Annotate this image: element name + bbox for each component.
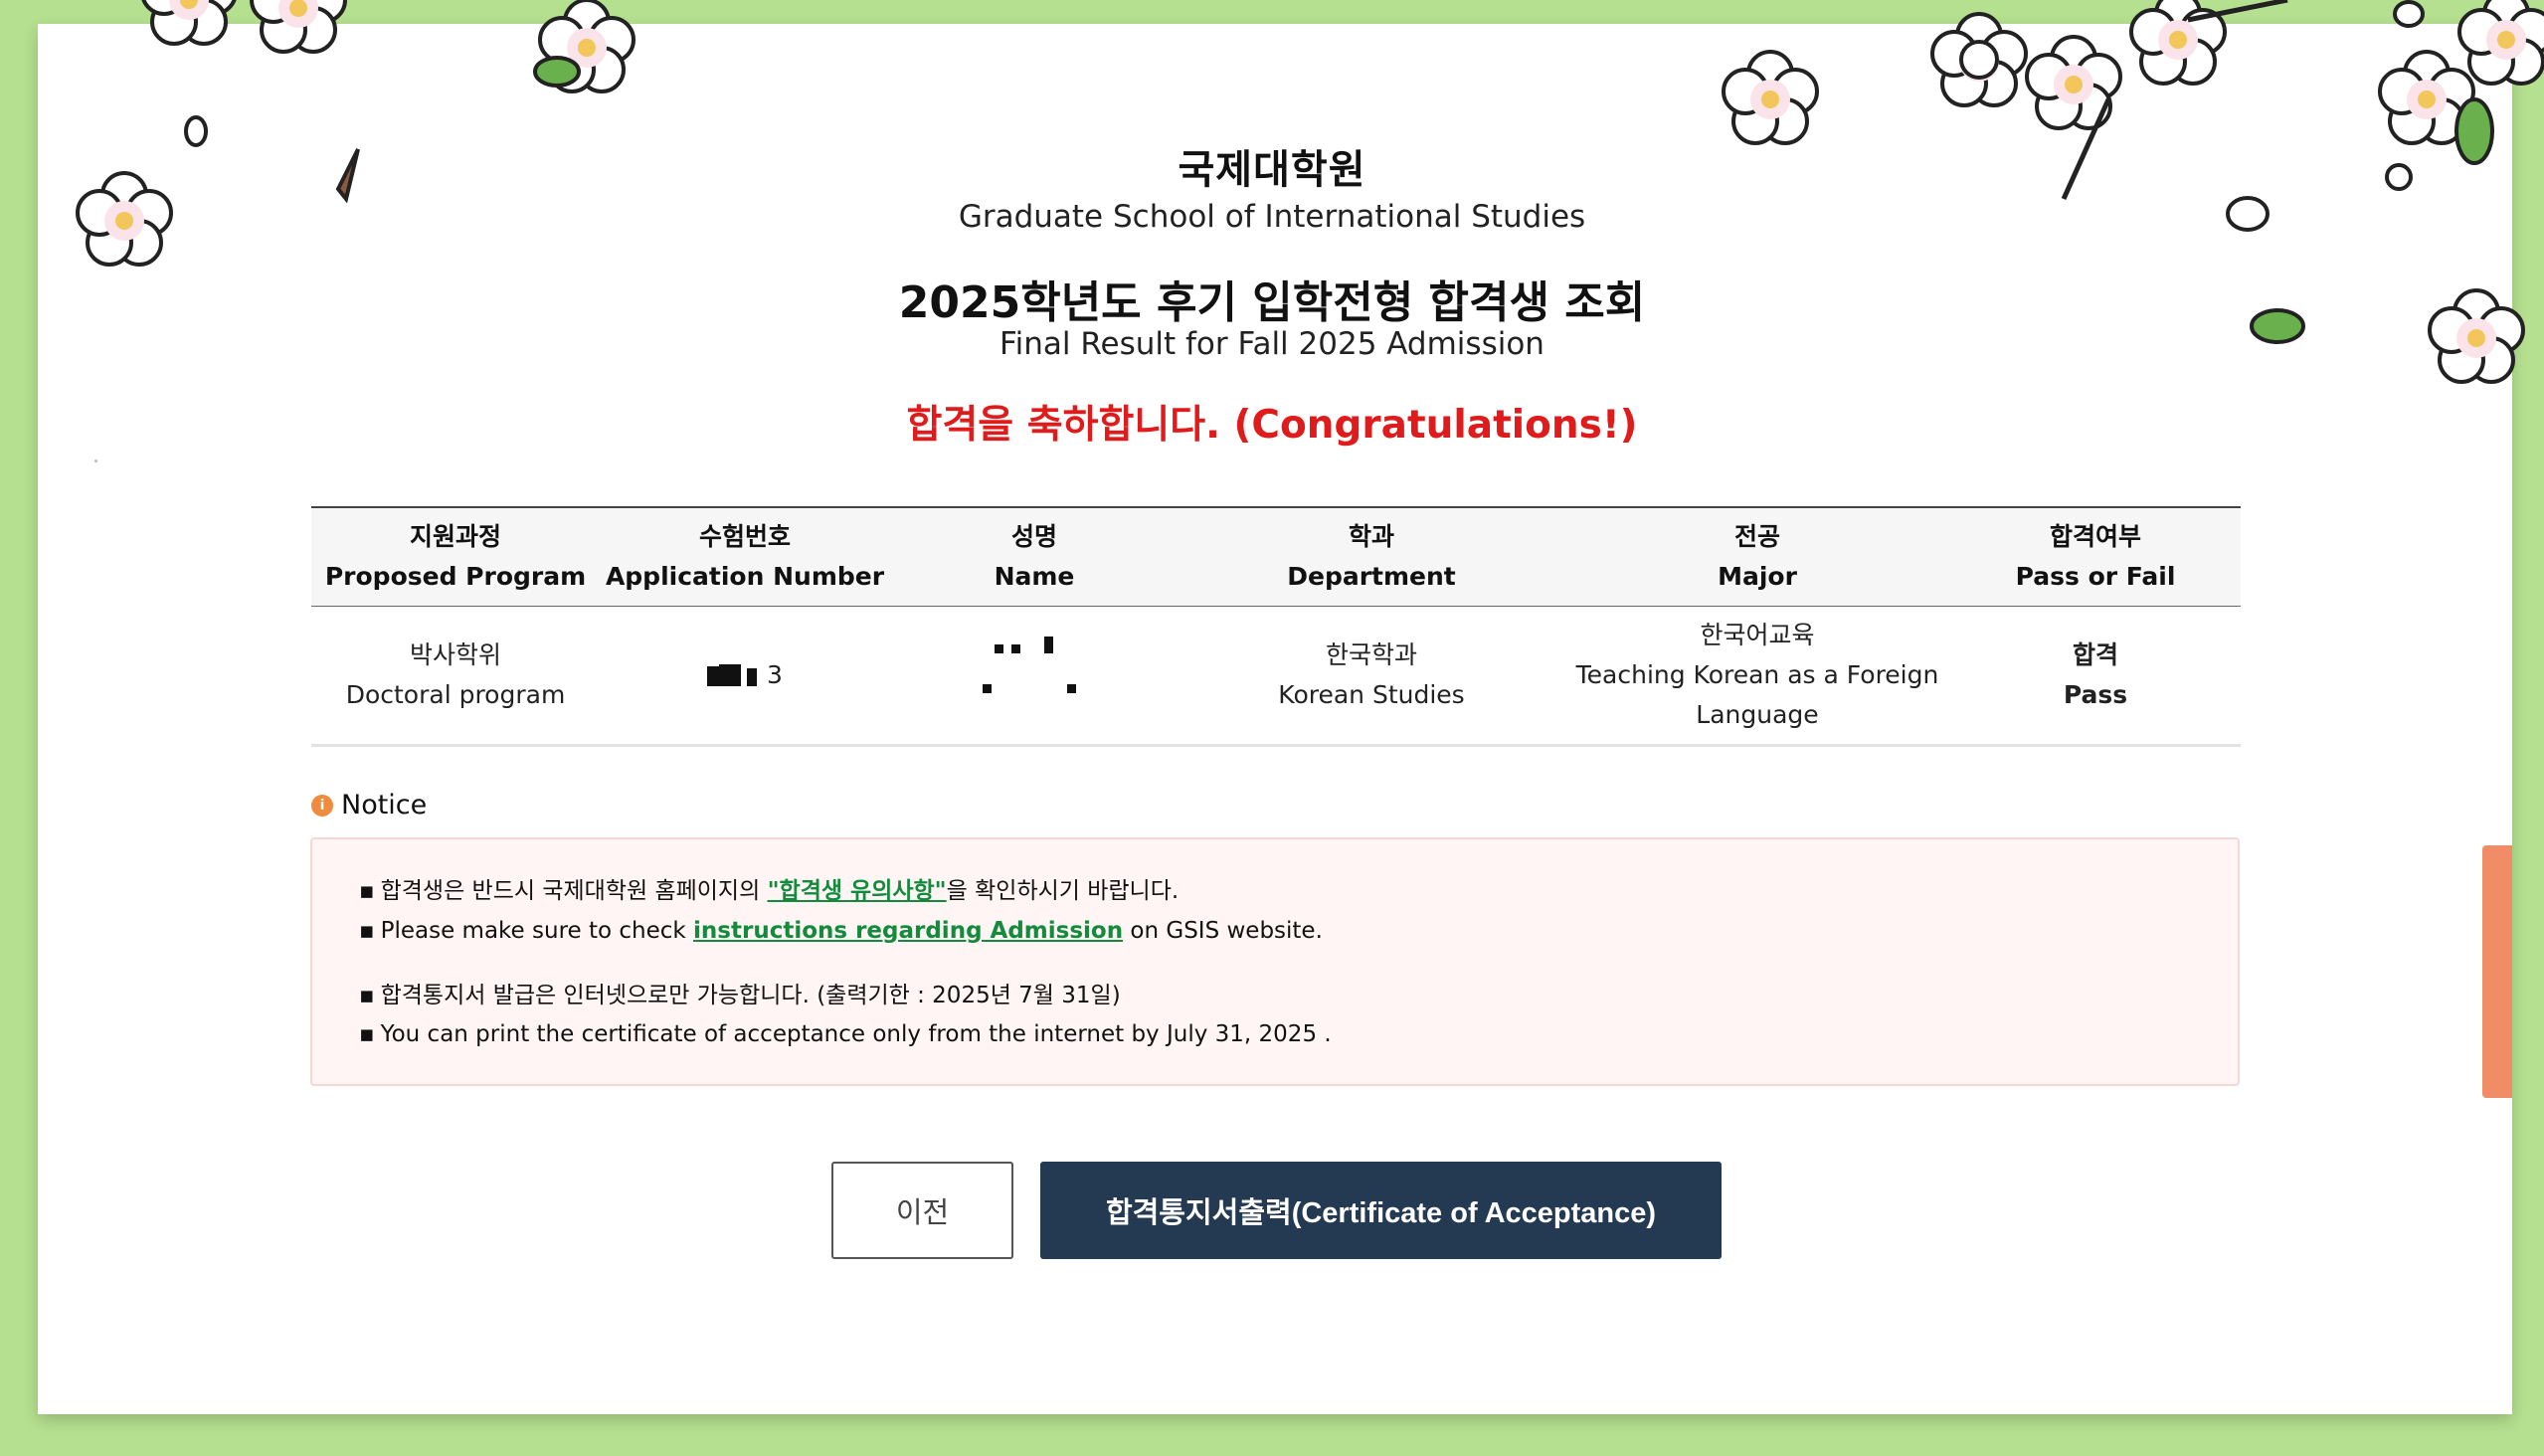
notice-text: Please make sure to check	[380, 918, 694, 944]
header-label-ko: 전공	[1733, 522, 1780, 551]
program-en: Doctoral program	[345, 680, 566, 709]
result-ko: 합격	[2072, 640, 2118, 669]
notice-line-4: ▪ You can print the certificate of accept…	[359, 1021, 1332, 1047]
cell-major: 한국어교육 Teaching Korean as a Foreign Langu…	[1564, 606, 1950, 747]
header-label-en: Name	[994, 562, 1075, 591]
table-row: 박사학위 Doctoral program 3 한국학과 Korean Stud…	[311, 606, 2241, 747]
previous-button[interactable]: 이전	[831, 1162, 1013, 1259]
header-label-ko: 수험번호	[698, 522, 791, 551]
info-icon: i	[311, 794, 333, 817]
bullet: ▪	[359, 983, 375, 1008]
notice-title: Notice	[341, 790, 428, 820]
redacted-name	[975, 635, 1094, 704]
result-table: 지원과정 Proposed Program 수험번호 Application N…	[311, 506, 2241, 747]
header-major: 전공 Major	[1564, 506, 1950, 607]
admission-instructions-link[interactable]: instructions regarding Admission	[693, 918, 1123, 944]
notice-line-1: ▪ 합격생은 반드시 국제대학원 홈페이지의 "합격생 유의사항"을 확인하시기 …	[359, 871, 1179, 905]
faint-dot	[94, 459, 97, 462]
header-label-ko: 학과	[1348, 522, 1394, 551]
result-en: Pass	[2063, 680, 2128, 709]
application-number-suffix: 3	[767, 660, 783, 689]
department-ko: 한국학과	[1325, 640, 1417, 669]
department-en: Korean Studies	[1278, 680, 1465, 709]
print-certificate-button[interactable]: 합격통지서출력(Certificate of Acceptance)	[1040, 1162, 1722, 1259]
bullet: ▪	[359, 1021, 375, 1047]
cell-application-number: 3	[600, 606, 890, 747]
table-header-row: 지원과정 Proposed Program 수험번호 Application N…	[311, 506, 2241, 607]
notice-heading: i Notice	[311, 790, 427, 820]
header-label-en: Application Number	[605, 562, 885, 591]
major-en-line2: Language	[1696, 700, 1819, 729]
bullet: ▪	[359, 878, 375, 904]
header-label-en: Pass or Fail	[2015, 562, 2176, 591]
header-application-number: 수험번호 Application Number	[600, 506, 890, 607]
notice-text: 합격통지서 발급은 인터넷으로만 가능합니다. (출력기한 : 2025년 7월…	[380, 983, 1121, 1008]
program-ko: 박사학위	[409, 640, 501, 669]
header-label-en: Major	[1718, 562, 1797, 591]
bullet: ▪	[359, 918, 375, 944]
notice-text: 을 확인하시기 바랍니다.	[946, 878, 1180, 904]
header-label-ko: 성명	[1010, 522, 1057, 551]
cell-program: 박사학위 Doctoral program	[311, 606, 600, 747]
header-label-en: Proposed Program	[324, 562, 587, 591]
notice-text: 합격생은 반드시 국제대학원 홈페이지의	[380, 878, 768, 904]
school-name-en: Graduate School of International Studies	[958, 199, 1586, 235]
notice-text: You can print the certificate of accepta…	[380, 1021, 1332, 1047]
notice-box: ▪ 합격생은 반드시 국제대학원 홈페이지의 "합격생 유의사항"을 확인하시기 …	[310, 837, 2240, 1086]
side-tab[interactable]	[2482, 845, 2512, 1098]
major-en-line1: Teaching Korean as a Foreign	[1575, 660, 1939, 689]
major-ko: 한국어교육	[1700, 621, 1815, 649]
header-label-en: Department	[1287, 562, 1456, 591]
notice-text: on GSIS website.	[1123, 918, 1323, 944]
header-label-ko: 합격여부	[2049, 522, 2141, 551]
cell-name	[890, 606, 1179, 747]
header-label-ko: 지원과정	[409, 522, 501, 551]
cell-department: 한국학과 Korean Studies	[1179, 606, 1564, 747]
notice-line-3: ▪ 합격통지서 발급은 인터넷으로만 가능합니다. (출력기한 : 2025년 7…	[359, 976, 1121, 1009]
header-department: 학과 Department	[1179, 506, 1564, 607]
header-name: 성명 Name	[890, 506, 1179, 607]
admission-notice-link-ko[interactable]: "합격생 유의사항"	[768, 878, 947, 904]
cell-result: 합격 Pass	[1950, 606, 2241, 747]
header-program: 지원과정 Proposed Program	[311, 506, 600, 607]
redacted-application-number	[707, 664, 767, 688]
page-title-en: Final Result for Fall 2025 Admission	[999, 326, 1545, 362]
page-title-ko: 2025학년도 후기 입학전형 합격생 조회	[898, 277, 1646, 328]
header-pass-fail: 합격여부 Pass or Fail	[1950, 506, 2241, 607]
notice-line-2: ▪ Please make sure to check instructions …	[359, 918, 1323, 944]
school-name-ko: 국제대학원	[1178, 147, 1366, 193]
congratulations-message: 합격을 축하합니다. (Congratulations!)	[906, 403, 1638, 448]
